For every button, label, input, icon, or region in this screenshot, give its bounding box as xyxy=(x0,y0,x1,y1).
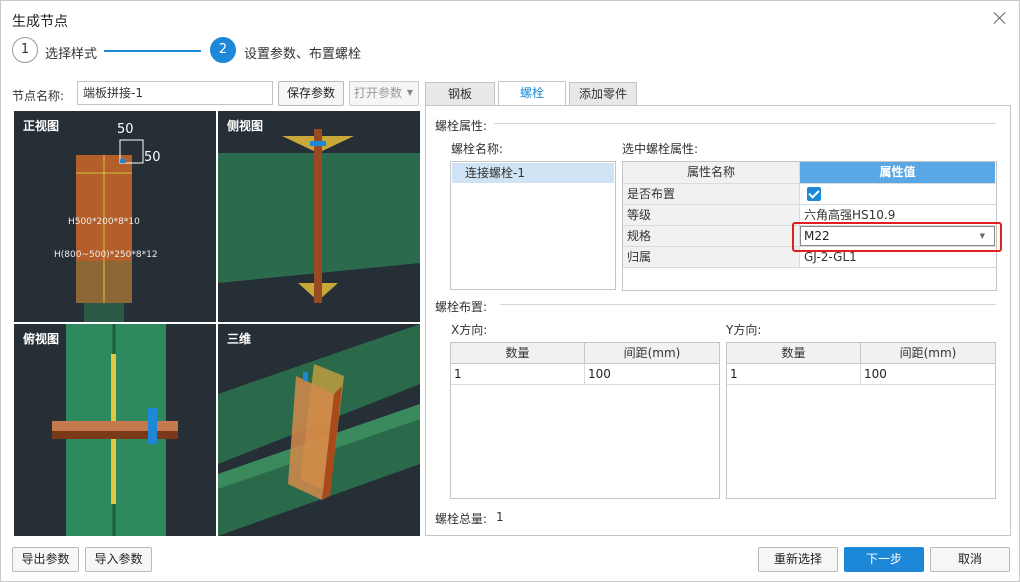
3d-view-panel[interactable]: 三维 xyxy=(218,324,420,536)
tab-bolt[interactable]: 螺栓 xyxy=(498,81,566,106)
dialog-title: 生成节点 xyxy=(12,14,68,30)
3d-view-drawing xyxy=(218,324,420,536)
bolt-name-item[interactable]: 连接螺栓-1 xyxy=(452,163,614,183)
is-arranged-checkbox[interactable] xyxy=(807,187,821,201)
step-2-indicator: 2 xyxy=(210,37,236,63)
header-property-value: 属性值 xyxy=(800,162,995,183)
x-count-cell[interactable]: 1 xyxy=(451,364,585,385)
reselect-button[interactable]: 重新选择 xyxy=(758,547,838,572)
side-view-title: 侧视图 xyxy=(227,119,264,133)
side-view-drawing xyxy=(218,129,420,303)
property-name: 是否布置 xyxy=(623,184,800,204)
step-1-label: 选择样式 xyxy=(45,47,98,62)
x-direction-label: X方向: xyxy=(451,323,488,337)
header-property-name: 属性名称 xyxy=(623,162,800,183)
section-label-1: H500*200*8*10 xyxy=(68,217,140,227)
selected-bolt-props-label: 选中螺栓属性: xyxy=(622,142,699,156)
y-col-spacing-header: 间距(mm) xyxy=(861,343,995,364)
x-spacing-cell[interactable]: 100 xyxy=(585,364,719,385)
x-col-spacing-header: 间距(mm) xyxy=(585,343,719,364)
export-params-button[interactable]: 导出参数 xyxy=(12,547,79,572)
side-view-panel[interactable]: 侧视图 xyxy=(218,111,420,322)
bolt-tab-panel: 螺栓属性: 螺栓名称: 连接螺栓-1 选中螺栓属性: 属性名称 属性值 是否布置… xyxy=(425,105,1011,536)
bolt-name-list[interactable]: 连接螺栓-1 xyxy=(450,161,616,290)
top-view-drawing xyxy=(52,324,178,536)
y-spacing-cell[interactable]: 100 xyxy=(861,364,995,385)
open-params-label: 打开参数 xyxy=(354,86,403,100)
step-connector xyxy=(104,50,201,52)
tab-add-part[interactable]: 添加零件 xyxy=(569,82,637,105)
bolt-name-list-label: 螺栓名称: xyxy=(451,142,504,156)
generate-node-dialog: 生成节点 1 选择样式 2 设置参数、布置螺栓 节点名称: 端板拼接-1 保存参… xyxy=(0,0,1020,582)
next-step-button[interactable]: 下一步 xyxy=(844,547,924,572)
cancel-button[interactable]: 取消 xyxy=(930,547,1010,572)
open-params-button[interactable]: 打开参数 ▼ xyxy=(349,81,419,106)
top-view-title: 俯视图 xyxy=(23,332,60,346)
y-count-cell[interactable]: 1 xyxy=(727,364,861,385)
tab-steel-plate[interactable]: 钢板 xyxy=(425,82,495,105)
x-direction-grid[interactable]: 数量 间距(mm) 1 100 xyxy=(450,342,720,499)
bolt-layout-section-label: 螺栓布置: xyxy=(435,300,488,314)
property-row: 是否布置 xyxy=(623,184,996,205)
3d-view-title: 三维 xyxy=(227,332,252,346)
import-params-button[interactable]: 导入参数 xyxy=(85,547,152,572)
save-params-button[interactable]: 保存参数 xyxy=(278,81,344,106)
step-1-indicator: 1 xyxy=(12,37,38,63)
section-divider xyxy=(500,304,996,305)
dimension-top-label: 50 xyxy=(117,122,134,137)
node-name-label: 节点名称: xyxy=(12,89,65,103)
step-2-label: 设置参数、布置螺栓 xyxy=(244,47,362,62)
bolt-total-label: 螺栓总量: xyxy=(435,512,488,526)
section-divider xyxy=(494,123,996,124)
front-view-title: 正视图 xyxy=(23,119,60,133)
property-grid-header: 属性名称 属性值 xyxy=(623,162,996,184)
chevron-down-icon: ▼ xyxy=(406,88,413,97)
property-name: 等级 xyxy=(623,205,800,225)
y-direction-label: Y方向: xyxy=(726,323,762,337)
property-name: 归属 xyxy=(623,247,800,267)
top-view-panel[interactable]: 俯视图 xyxy=(14,324,216,536)
highlight-box xyxy=(792,222,1002,252)
y-col-count-header: 数量 xyxy=(727,343,861,364)
bolt-total-value: 1 xyxy=(496,510,504,524)
node-name-input[interactable]: 端板拼接-1 xyxy=(77,81,273,105)
bolt-props-section-label: 螺栓属性: xyxy=(435,119,488,133)
section-label-2: H(800~500)*250*8*12 xyxy=(54,250,158,260)
x-col-count-header: 数量 xyxy=(451,343,585,364)
close-icon[interactable] xyxy=(993,11,1007,25)
dimension-right-label: 50 xyxy=(144,150,161,165)
front-view-panel[interactable]: 正视图 50 50 H500*200*8*10 H(800~500)*250*8… xyxy=(14,111,216,322)
y-direction-grid[interactable]: 数量 间距(mm) 1 100 xyxy=(726,342,996,499)
property-name: 规格 xyxy=(623,226,800,246)
